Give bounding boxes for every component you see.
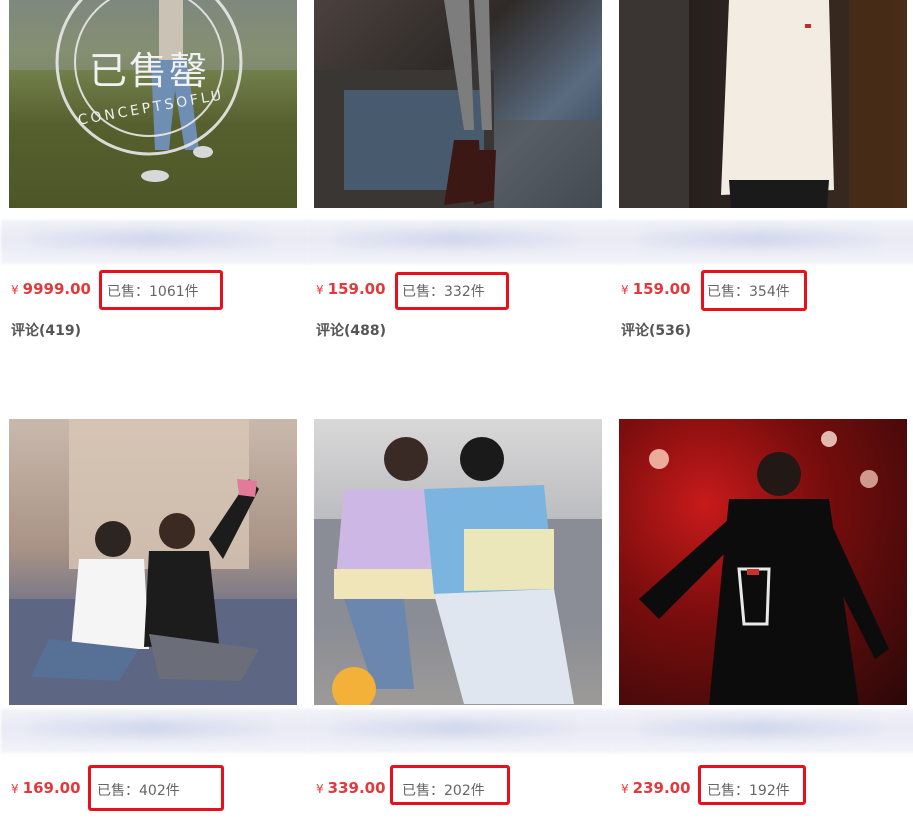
- product-card[interactable]: ¥159.00 已售：354件 评论(536): [611, 0, 913, 360]
- product-photo-illustration: [9, 419, 297, 705]
- product-image[interactable]: [314, 0, 602, 208]
- comment-count[interactable]: 评论(488): [316, 320, 386, 340]
- blurred-title: [306, 220, 616, 264]
- price-value: 239.00: [632, 779, 691, 797]
- product-photo-illustration: [639, 431, 889, 705]
- product-card[interactable]: 已售罄 CONCEPTSOFLU ¥9999.00 已售：1061件 评论(41…: [1, 0, 311, 360]
- product-image[interactable]: [619, 0, 907, 208]
- product-card[interactable]: ¥159.00 已售：332件 评论(488): [306, 0, 616, 360]
- price-value: 9999.00: [22, 280, 91, 298]
- price-value: 159.00: [327, 280, 386, 298]
- product-photo-illustration: [314, 0, 602, 208]
- product-price: ¥159.00: [621, 280, 691, 298]
- product-price: ¥9999.00: [11, 280, 91, 298]
- product-grid: 已售罄 CONCEPTSOFLU ¥9999.00 已售：1061件 评论(41…: [0, 0, 913, 818]
- currency-symbol: ¥: [316, 283, 324, 297]
- product-card[interactable]: ¥169.00 已售：402件: [1, 419, 311, 818]
- highlight-box: [395, 272, 509, 310]
- product-photo-illustration: [314, 437, 602, 705]
- product-price: ¥239.00: [621, 779, 691, 797]
- comment-count[interactable]: 评论(419): [11, 320, 81, 340]
- highlight-box: [698, 765, 806, 805]
- blurred-title: [611, 220, 913, 264]
- product-image[interactable]: [9, 419, 297, 705]
- price-value: 159.00: [632, 280, 691, 298]
- product-card[interactable]: ¥239.00 已售：192件: [611, 419, 913, 818]
- currency-symbol: ¥: [621, 283, 629, 297]
- price-value: 169.00: [22, 779, 81, 797]
- product-image[interactable]: [314, 419, 602, 705]
- comment-count[interactable]: 评论(536): [621, 320, 691, 340]
- currency-symbol: ¥: [316, 782, 324, 796]
- highlight-box: [99, 270, 223, 310]
- highlight-box: [701, 270, 807, 311]
- currency-symbol: ¥: [11, 782, 19, 796]
- currency-symbol: ¥: [621, 782, 629, 796]
- highlight-box: [88, 765, 224, 811]
- currency-symbol: ¥: [11, 283, 19, 297]
- highlight-box: [390, 765, 510, 805]
- sold-out-stamp-text: 已售罄: [89, 49, 210, 93]
- product-photo-illustration: [619, 0, 907, 208]
- blurred-title: [306, 709, 616, 753]
- product-image[interactable]: [619, 419, 907, 705]
- price-value: 339.00: [327, 779, 386, 797]
- blurred-title: [1, 220, 311, 264]
- blurred-title: [611, 709, 913, 753]
- product-price: ¥159.00: [316, 280, 386, 298]
- blurred-title: [1, 709, 311, 753]
- product-image[interactable]: 已售罄 CONCEPTSOFLU: [9, 0, 297, 208]
- product-card[interactable]: ¥339.00 已售：202件: [306, 419, 616, 818]
- product-price: ¥169.00: [11, 779, 81, 797]
- product-price: ¥339.00: [316, 779, 386, 797]
